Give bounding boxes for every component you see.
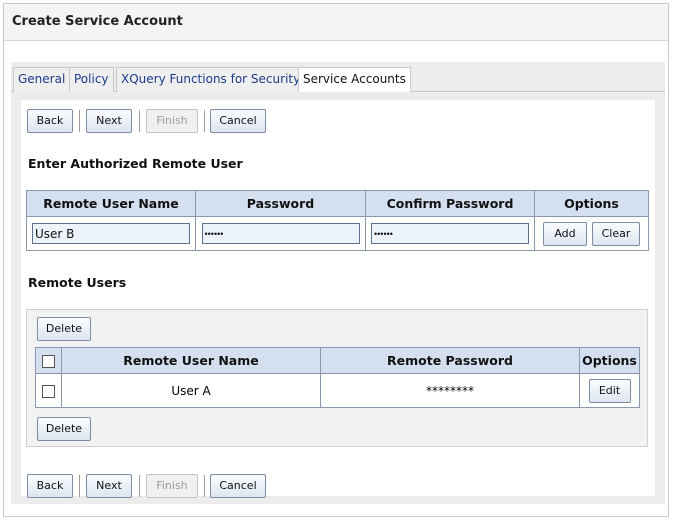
password-cell	[195, 216, 366, 251]
table-header-row: Remote User Name Password Confirm Passwo…	[26, 190, 649, 217]
authorized-user-heading: Enter Authorized Remote User	[28, 156, 243, 171]
finish-button-top[interactable]: Finish	[146, 109, 198, 133]
toolbar-separator	[79, 475, 80, 497]
tab-policy[interactable]: Policy	[69, 67, 114, 92]
row-checkbox[interactable]	[42, 384, 55, 398]
remote-users-table: Remote User Name Remote Password Options…	[35, 347, 640, 408]
clear-button[interactable]: Clear	[592, 221, 640, 246]
select-all-checkbox[interactable]	[42, 355, 55, 368]
remote-password-cell: ********	[320, 373, 580, 408]
authorized-user-table: Remote User Name Password Confirm Passwo…	[26, 190, 649, 251]
column-header: Confirm Password	[365, 190, 535, 217]
row-select-cell	[35, 373, 62, 408]
remote-user-name-input[interactable]	[32, 223, 190, 244]
delete-button-bottom[interactable]: Delete	[37, 417, 91, 441]
cancel-button-top[interactable]: Cancel	[210, 109, 266, 133]
confirm-password-input[interactable]	[371, 223, 529, 244]
finish-button-bottom[interactable]: Finish	[146, 474, 198, 498]
toolbar-separator	[139, 475, 140, 497]
table-header-row: Remote User Name Remote Password Options	[35, 347, 640, 374]
tab-service-accounts[interactable]: Service Accounts	[298, 67, 411, 93]
column-header: Remote User Name	[61, 347, 321, 374]
add-button[interactable]: Add	[543, 221, 587, 246]
delete-button-top[interactable]: Delete	[37, 317, 91, 341]
table-row: User A ******** Edit	[35, 373, 640, 408]
user-name-cell	[26, 216, 196, 251]
confirm-password-cell	[365, 216, 535, 251]
tab-strip: General Policy XQuery Functions for Secu…	[11, 62, 665, 93]
back-button-bottom[interactable]: Back	[27, 474, 73, 498]
tab-general[interactable]: General	[13, 67, 71, 92]
remote-users-container: Delete Remote User Name Remote Password …	[26, 309, 648, 447]
password-input[interactable]	[201, 223, 360, 244]
row-options-cell: Edit	[579, 373, 640, 408]
edit-button[interactable]: Edit	[588, 378, 631, 403]
tab-xquery-functions[interactable]: XQuery Functions for Security	[116, 67, 306, 92]
remote-users-heading: Remote Users	[28, 275, 127, 290]
remote-user-name-cell: User A	[61, 373, 321, 408]
select-all-cell	[35, 347, 62, 374]
column-header: Options	[579, 347, 640, 374]
toolbar-separator	[204, 475, 205, 497]
cancel-button-bottom[interactable]: Cancel	[210, 474, 266, 498]
page-title: Create Service Account	[12, 14, 183, 29]
column-header: Remote User Name	[26, 190, 196, 217]
content-area: Back Next Finish Cancel Enter Authorized…	[21, 100, 655, 498]
table-row: AddClear	[26, 216, 649, 251]
back-button-top[interactable]: Back	[27, 109, 73, 133]
dialog-frame: Create Service Account General Policy XQ…	[3, 3, 669, 517]
column-header: Options	[534, 190, 649, 217]
toolbar-separator	[204, 110, 205, 132]
title-bar: Create Service Account	[4, 4, 668, 41]
next-button-top[interactable]: Next	[86, 109, 132, 133]
next-button-bottom[interactable]: Next	[86, 474, 132, 498]
content-panel: Back Next Finish Cancel Enter Authorized…	[11, 92, 665, 504]
options-cell: Add Clear	[534, 216, 649, 251]
toolbar-separator	[79, 110, 80, 132]
toolbar-separator	[139, 110, 140, 132]
column-header: Remote Password	[320, 347, 580, 374]
column-header: Password	[195, 190, 366, 217]
